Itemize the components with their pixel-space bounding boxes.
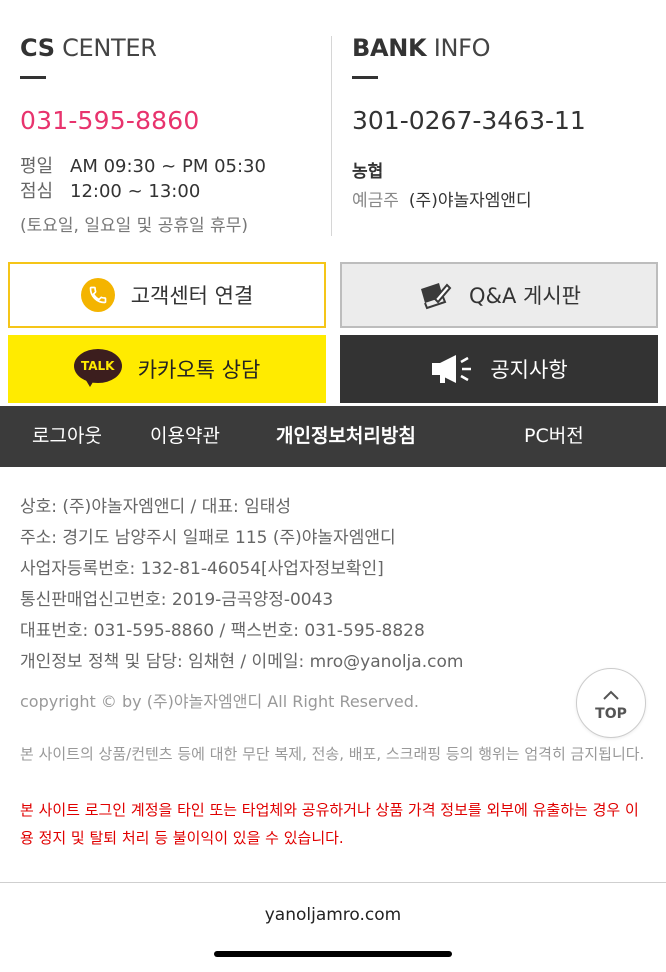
cs-title-rest: CENTER [54,34,157,62]
pc-version-link[interactable]: PC버전 [524,406,584,467]
logout-link[interactable]: 로그아웃 [32,406,102,467]
chevron-up-icon [602,685,620,704]
bank-title-bold: BANK [352,34,427,62]
cs-center-title: CS CENTER [20,34,157,62]
bank-account-number: 301-0267-3463-11 [352,106,586,135]
kakao-consult-button[interactable]: TALK 카카오톡 상담 [8,335,326,403]
copyright-warning: 본 사이트의 상품/컨텐츠 등에 대한 무단 복제, 전송, 배포, 스크래핑 … [20,745,645,763]
privacy-officer-line: 개인정보 정책 및 담당: 임채현 / 이메일: mro@yanolja.com [20,652,464,672]
copyright: copyright © by (주)야놀자엠앤디 All Right Reser… [20,692,419,711]
home-indicator [214,951,452,957]
cs-title-bold: CS [20,34,55,62]
kakao-consult-label: 카카오톡 상담 [137,358,261,382]
bank-info-title: BANK INFO [352,34,491,62]
scroll-top-button[interactable]: TOP [576,668,646,738]
footer-nav: 로그아웃 이용약관 개인정보처리방침 PC버전 [0,406,666,467]
site-domain: yanoljamro.com [264,905,402,925]
holder-name: (주)야놀자엠앤디 [408,191,532,211]
cs-connect-label: 고객센터 연결 [130,284,254,308]
account-sharing-warning: 본 사이트 로그인 계정을 타인 또는 타업체와 공유하거나 상품 가격 정보를… [20,801,639,847]
cs-connect-button[interactable]: 고객센터 연결 [8,262,326,328]
divider-dash [20,76,46,79]
footer-divider [0,882,666,883]
address-line: 주소: 경기도 남양주시 일패로 115 (주)야놀자엠앤디 [20,528,396,548]
lunch-hours: 점심 12:00 ~ 13:00 [20,177,200,203]
notice-label: 공지사항 [490,358,568,382]
weekday-hours: 평일 AM 09:30 ~ PM 05:30 [20,152,266,178]
weekday-label: 평일 [20,156,54,177]
info-section: CS CENTER 031-595-8860 평일 AM 09:30 ~ PM 0… [0,0,666,250]
qa-board-button[interactable]: Q&A 게시판 [340,262,658,328]
account-holder: 예금주 (주)야놀자엠앤디 [352,186,532,211]
company-info: 상호: (주)야놀자엠앤디 / 대표: 임태성 주소: 경기도 남양주시 일패로… [20,492,463,678]
kakaotalk-icon: TALK [73,349,122,389]
notice-button[interactable]: 공지사항 [340,335,658,403]
bank-title-rest: INFO [426,34,491,62]
divider-dash [352,76,378,79]
ecommerce-license-line: 통신판매업신고번호: 2019-금곡양정-0043 [20,590,334,610]
company-name-line: 상호: (주)야놀자엠앤디 / 대표: 임태성 [20,497,292,517]
privacy-policy-link[interactable]: 개인정보처리방침 [276,406,416,467]
holder-label: 예금주 [352,191,399,211]
top-label: TOP [595,705,627,722]
contact-line: 대표번호: 031-595-8860 / 팩스번호: 031-595-8828 [20,621,425,641]
megaphone-icon [430,352,474,386]
lunch-hours-value: 12:00 ~ 13:00 [70,181,201,202]
cs-phone-number[interactable]: 031-595-8860 [20,106,200,135]
qa-board-label: Q&A 게시판 [469,284,581,308]
holiday-note: (토요일, 일요일 및 공휴일 휴무) [20,216,248,236]
column-divider [331,36,332,236]
lunch-label: 점심 [20,181,54,202]
phone-circle-icon [80,278,115,312]
weekday-hours-value: AM 09:30 ~ PM 05:30 [70,156,266,177]
business-number-line[interactable]: 사업자등록번호: 132-81-46054[사업자정보확인] [20,554,463,585]
bank-name: 농협 [352,162,384,182]
kakao-badge: TALK [73,349,122,383]
terms-link[interactable]: 이용약관 [150,406,220,467]
edit-note-icon [417,279,453,311]
